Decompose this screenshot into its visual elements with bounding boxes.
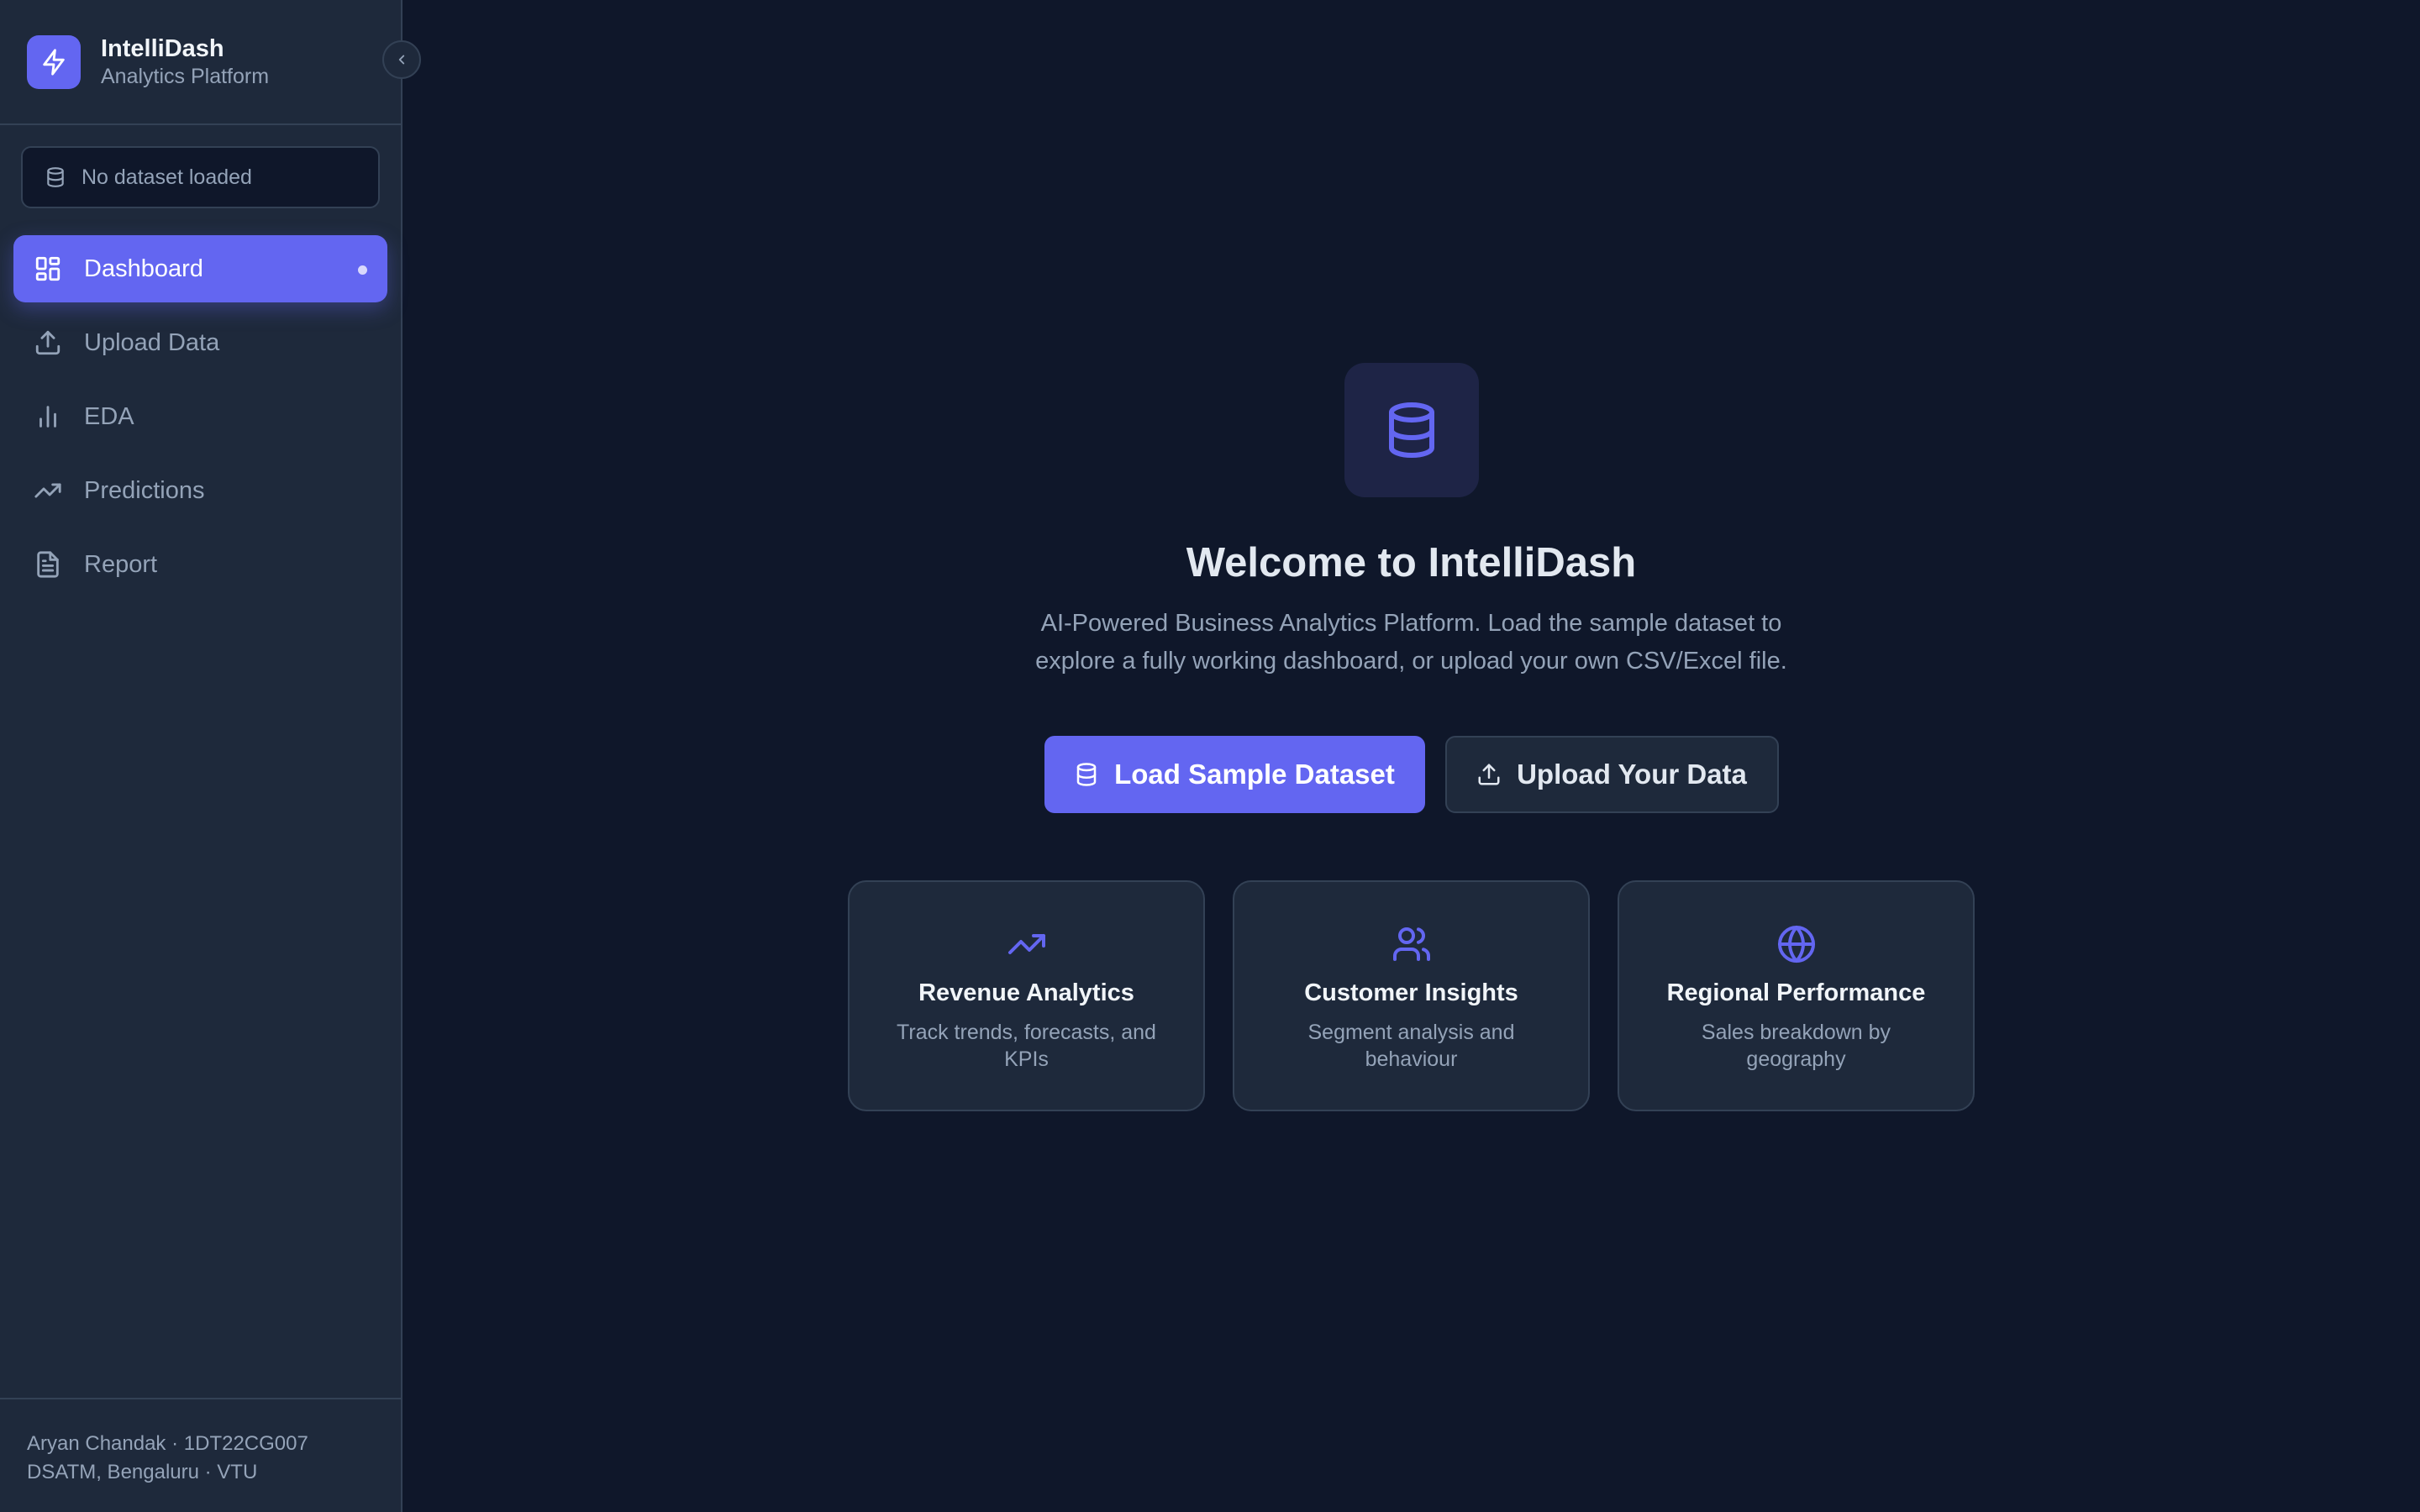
sidebar-item-label: Report <box>84 550 158 578</box>
sidebar: IntelliDash Analytics Platform No datase… <box>0 0 421 1512</box>
layout-dashboard-icon <box>35 256 60 281</box>
sidebar-footer: Aryan Chandak · 1DT22CG007 DSATM, Bengal… <box>0 1398 401 1512</box>
brand-name: IntelliDash <box>101 34 224 62</box>
feature-card-customers: Customer Insights Segment analysis and b… <box>1233 880 1590 1111</box>
brand-header: IntelliDash Analytics Platform <box>0 0 421 125</box>
button-label: Load Sample Dataset <box>1114 759 1395 790</box>
page-title: Welcome to IntelliDash <box>1186 540 1637 585</box>
database-icon <box>47 167 64 187</box>
active-indicator-dot <box>358 265 367 275</box>
feature-card-revenue: Revenue Analytics Track trends, forecast… <box>848 880 1205 1111</box>
main-content: Welcome to IntelliDash AI-Powered Busine… <box>402 0 2420 1512</box>
dataset-status-text: No dataset loaded <box>82 165 252 189</box>
feature-description: Track trends, forecasts, and KPIs <box>897 1021 1156 1071</box>
trending-up-icon <box>34 483 61 498</box>
sidebar-item-predictions[interactable]: Predictions <box>13 457 387 524</box>
feature-card-regional: Regional Performance Sales breakdown by … <box>1618 880 1975 1111</box>
sidebar-item-label: EDA <box>84 402 134 430</box>
footer-institution: DSATM, Bengaluru · VTU <box>27 1461 258 1483</box>
sidebar-item-label: Upload Data <box>84 328 220 356</box>
upload-your-data-button[interactable]: Upload Your Data <box>1444 736 1779 813</box>
app-root: IntelliDash Analytics Platform No datase… <box>0 0 2420 1512</box>
file-text-icon <box>37 551 59 578</box>
load-sample-dataset-button[interactable]: Load Sample Dataset <box>1044 736 1425 813</box>
sidebar-item-label: Predictions <box>84 476 205 504</box>
footer-author: Aryan Chandak · 1DT22CG007 <box>27 1432 308 1455</box>
database-icon <box>1076 763 1097 786</box>
button-label: Upload Your Data <box>1517 759 1747 790</box>
upload-icon <box>1478 764 1500 785</box>
trending-up-icon <box>1007 934 1045 954</box>
feature-cards: Revenue Analytics Track trends, forecast… <box>848 880 1975 1111</box>
brand-subtitle: Analytics Platform <box>101 64 270 88</box>
globe-icon <box>1777 926 1815 963</box>
sidebar-item-upload-data[interactable]: Upload Data <box>13 309 387 376</box>
collapse-sidebar-button[interactable] <box>382 40 421 79</box>
bar-chart-icon <box>39 406 56 428</box>
feature-title: Customer Insights <box>1304 979 1518 1006</box>
feature-title: Regional Performance <box>1666 979 1926 1006</box>
dataset-status: No dataset loaded <box>21 146 380 208</box>
brand-text: IntelliDash Analytics Platform <box>101 34 269 90</box>
chevron-left-icon <box>398 55 405 65</box>
sidebar-item-dashboard[interactable]: Dashboard <box>13 235 387 302</box>
feature-description: Sales breakdown by geography <box>1701 1021 1891 1071</box>
sidebar-item-label: Dashboard <box>84 255 203 282</box>
upload-icon <box>35 330 60 355</box>
database-icon <box>1344 363 1479 497</box>
lightning-bolt-icon <box>27 34 81 89</box>
feature-description: Segment analysis and behaviour <box>1307 1021 1515 1071</box>
page-description: AI-Powered Business Analytics Platform. … <box>1035 610 1787 675</box>
action-buttons: Load Sample Dataset Upload Your Data <box>1044 736 1779 813</box>
sidebar-item-eda[interactable]: EDA <box>13 383 387 450</box>
sidebar-item-report[interactable]: Report <box>13 531 387 598</box>
sidebar-nav: Dashboard Upload Data EDA Predictions Re… <box>0 235 401 605</box>
users-icon <box>1392 927 1430 961</box>
feature-title: Revenue Analytics <box>918 979 1134 1006</box>
